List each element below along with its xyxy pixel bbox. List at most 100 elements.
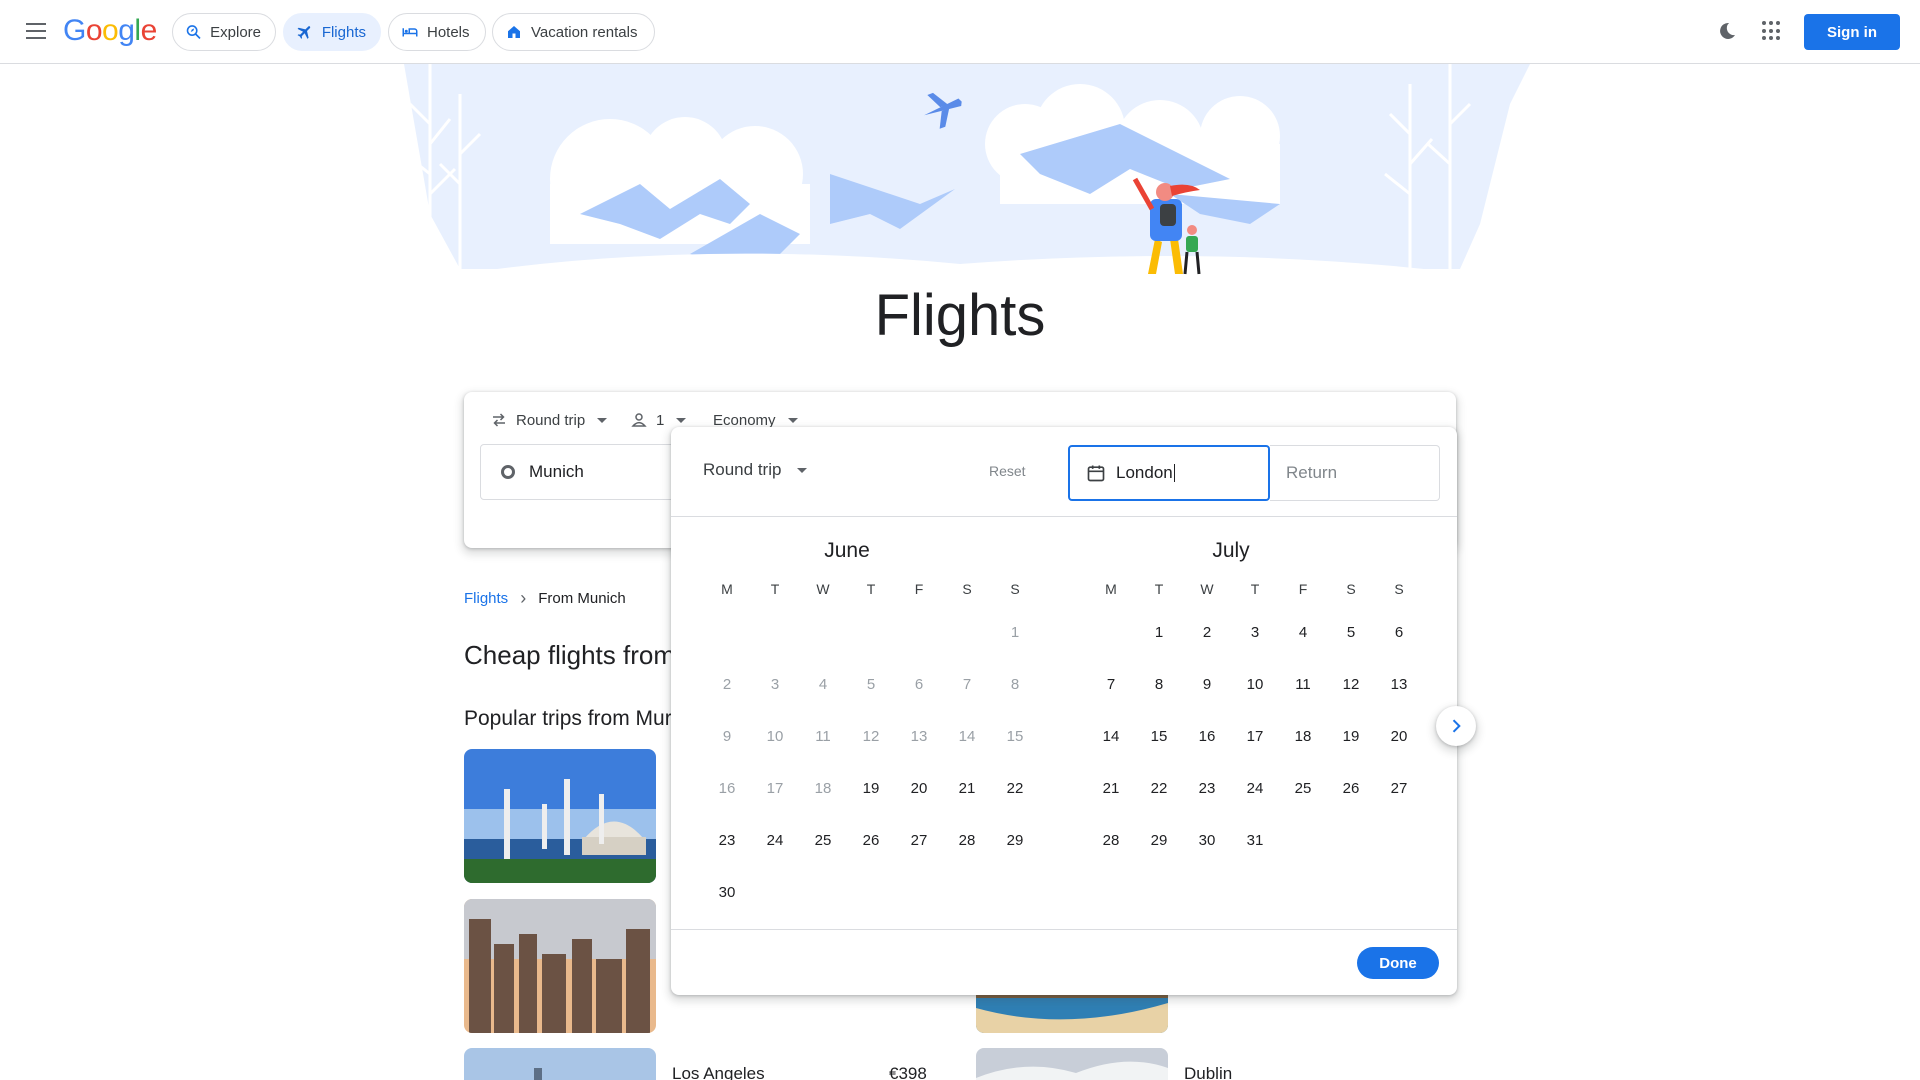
calendar-day[interactable]: 14: [1087, 711, 1135, 763]
calendar-day[interactable]: 24: [1231, 763, 1279, 815]
calendar-day[interactable]: 23: [703, 815, 751, 867]
chevron-right-icon: ›: [520, 588, 527, 608]
trip-type-select[interactable]: Round trip: [490, 408, 608, 432]
calendar-day[interactable]: 18: [1279, 711, 1327, 763]
calendar-day: 13: [910, 728, 928, 745]
calendar-day: 10: [766, 728, 784, 745]
swap-arrows-icon: [493, 413, 505, 427]
calendar-icon: [1087, 465, 1105, 482]
nav-vacation-rentals[interactable]: Vacation rentals: [492, 13, 655, 51]
nav-flights[interactable]: Flights: [283, 13, 381, 51]
calendar-day[interactable]: 8: [1135, 659, 1183, 711]
trip-card-image[interactable]: [464, 749, 656, 883]
calendar-week: 21 22 23 24 25 26 27: [1087, 763, 1408, 815]
weekday-header: MTWTFSS: [1087, 577, 1404, 601]
calendar-day[interactable]: 29: [1135, 815, 1183, 867]
page-title: Flights: [874, 283, 1046, 348]
calendar-day[interactable]: 19: [1327, 711, 1375, 763]
nav-explore[interactable]: Explore: [172, 13, 276, 51]
calendar-week: 23 24 25 26 27 28 29: [703, 815, 1024, 867]
calendar-day[interactable]: 25: [1279, 763, 1327, 815]
breadcrumb-flights-link[interactable]: Flights: [464, 590, 508, 607]
sign-in-button[interactable]: Sign in: [1804, 14, 1900, 50]
passengers-value: 1: [656, 411, 665, 429]
empty-day-cell: [943, 607, 991, 659]
calendar-day[interactable]: 24: [751, 815, 799, 867]
trip-card-image[interactable]: [464, 1048, 656, 1080]
weekday-label: S: [962, 581, 972, 597]
calendar-day[interactable]: 4: [1279, 607, 1327, 659]
trip-destination-name[interactable]: Los Angeles: [672, 1064, 765, 1080]
nav-hotels[interactable]: Hotels: [388, 13, 486, 51]
google-apps-icon[interactable]: [1762, 21, 1782, 41]
explore-icon: [186, 25, 201, 40]
weekday-label: S: [1010, 581, 1020, 597]
calendar-day[interactable]: 11: [1279, 659, 1327, 711]
origin-circle-icon: [501, 465, 515, 479]
calendar-day[interactable]: 27: [1375, 763, 1423, 815]
month-days: 1 2 3 4 5 6 7 8 9 10 11 12 13 14 15 16 17 18 19 20 21 22 23 24 2…: [703, 607, 1024, 919]
calendar-day[interactable]: 26: [847, 815, 895, 867]
done-button[interactable]: Done: [1357, 947, 1439, 979]
calendar-day[interactable]: 10: [1231, 659, 1279, 711]
calendar-day[interactable]: 22: [1135, 763, 1183, 815]
trip-card-image[interactable]: [464, 899, 656, 1033]
calendar-day[interactable]: 3: [1231, 607, 1279, 659]
calendar-day[interactable]: 22: [991, 763, 1039, 815]
calendar-day[interactable]: 30: [703, 867, 751, 919]
calendar-day[interactable]: 21: [1087, 763, 1135, 815]
house-icon: [508, 26, 520, 38]
calendar-day: 15: [1006, 728, 1024, 745]
empty-day-cell: [751, 607, 799, 659]
nav-vacation-label: Vacation rentals: [531, 23, 638, 41]
calendar-day[interactable]: 30: [1183, 815, 1231, 867]
calendar-week: 30: [703, 867, 991, 919]
origin-input[interactable]: Munich: [480, 444, 680, 500]
calendar-day[interactable]: 19: [847, 763, 895, 815]
picker-trip-type-select[interactable]: Round trip: [703, 460, 808, 480]
calendar-day[interactable]: 21: [943, 763, 991, 815]
reset-button[interactable]: Reset: [989, 463, 1026, 479]
empty-day-cell: [1375, 815, 1423, 867]
calendar-day: 12: [862, 728, 880, 745]
calendar-day[interactable]: 6: [1375, 607, 1423, 659]
calendar-day[interactable]: 29: [991, 815, 1039, 867]
google-logo[interactable]: Google: [63, 14, 157, 48]
return-date-input[interactable]: Return: [1270, 445, 1440, 501]
calendar-day[interactable]: 25: [799, 815, 847, 867]
calendar-day[interactable]: 2: [1183, 607, 1231, 659]
calendar-day[interactable]: 12: [1327, 659, 1375, 711]
calendar-day[interactable]: 17: [1231, 711, 1279, 763]
calendar-day[interactable]: 28: [943, 815, 991, 867]
calendar-day[interactable]: 26: [1327, 763, 1375, 815]
calendar-day[interactable]: 31: [1231, 815, 1279, 867]
calendar-day[interactable]: 7: [1087, 659, 1135, 711]
dark-mode-icon[interactable]: [1715, 19, 1739, 43]
origin-value: Munich: [529, 462, 584, 481]
calendar-day[interactable]: 27: [895, 815, 943, 867]
empty-day-cell: [799, 607, 847, 659]
calendar-day[interactable]: 13: [1375, 659, 1423, 711]
calendar-month-june: June MTWTFSS 1 2 3 4 5 6 7 8 9 10 11 12 13 14 15 16 17 18…: [703, 539, 1024, 919]
main-menu-icon[interactable]: [20, 18, 52, 46]
calendar-day[interactable]: 5: [1327, 607, 1375, 659]
calendar-day[interactable]: 16: [1183, 711, 1231, 763]
empty-day-cell: [847, 867, 895, 919]
calendar-day[interactable]: 15: [1135, 711, 1183, 763]
calendar-month-july: July MTWTFSS 1 2 3 4 5 6 7 8 9 10 11 12 13 14 15 16 17 18…: [1087, 539, 1408, 867]
nav-explore-label: Explore: [210, 23, 261, 41]
empty-day-cell: [1279, 815, 1327, 867]
empty-day-cell: [1327, 815, 1375, 867]
calendar-day[interactable]: 1: [1135, 607, 1183, 659]
trip-card-image[interactable]: [976, 1048, 1168, 1080]
empty-day-cell: [799, 867, 847, 919]
calendar-day[interactable]: 9: [1183, 659, 1231, 711]
calendar-day[interactable]: 20: [895, 763, 943, 815]
next-month-button[interactable]: [1436, 706, 1476, 746]
calendar-day[interactable]: 28: [1087, 815, 1135, 867]
calendar-day[interactable]: 20: [1375, 711, 1423, 763]
weekday-label: T: [866, 581, 876, 597]
calendar-day[interactable]: 23: [1183, 763, 1231, 815]
departure-date-input[interactable]: London: [1068, 445, 1270, 501]
trip-destination-name[interactable]: Dublin: [1184, 1064, 1232, 1080]
